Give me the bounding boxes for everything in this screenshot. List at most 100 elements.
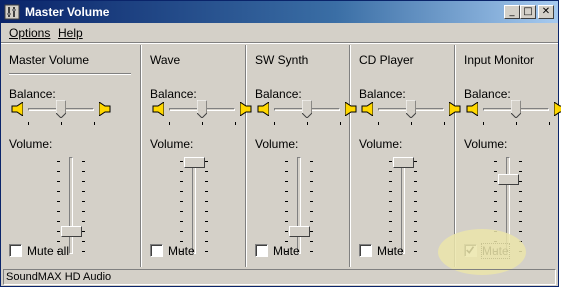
volume-thumb[interactable] [61,226,82,237]
title-bar[interactable]: Master Volume _ □ ✕ [1,1,558,23]
column-divider [349,45,351,267]
close-icon: ✕ [541,6,551,17]
volume-tick [82,211,85,212]
volume-tick [285,171,288,172]
volume-tick [310,171,313,172]
volume-slider[interactable] [53,157,93,257]
volume-tick [285,181,288,182]
volume-tick [519,181,522,182]
volume-tick [57,201,60,202]
volume-tick [310,161,313,162]
volume-tick [389,161,392,162]
checkbox-box[interactable] [255,244,268,257]
balance-tick [444,122,445,125]
minimize-button[interactable]: _ [504,5,520,19]
volume-tick [285,231,288,232]
speaker-left-icon [361,101,374,117]
speaker-left-icon [152,101,165,117]
volume-slider[interactable] [176,157,216,257]
balance-tick [549,122,550,125]
volume-tick [494,211,497,212]
balance-slider[interactable] [464,97,561,129]
speaker-app-icon [4,4,20,20]
balance-tick [94,122,95,125]
volume-tick [57,231,60,232]
volume-tick [180,211,183,212]
balance-tick [483,122,484,125]
menu-separator [1,42,558,44]
checkbox-box[interactable] [150,244,163,257]
speaker-right-icon [344,101,357,117]
volume-tick [205,211,208,212]
volume-tick [414,211,417,212]
volume-tick [57,211,60,212]
minimize-icon: _ [509,6,515,17]
channel-name: Wave [150,53,181,67]
volume-thumb[interactable] [498,174,519,185]
balance-slider[interactable] [359,97,469,129]
balance-thumb[interactable] [196,99,208,119]
volume-tick [82,191,85,192]
volume-tick [57,161,60,162]
speaker-left-icon [257,101,270,117]
volume-tick [57,191,60,192]
mixer-window: Master Volume _ □ ✕ Options Help Master … [0,0,561,287]
volume-tick [310,241,313,242]
window-title: Master Volume [25,5,110,19]
volume-tick [389,241,392,242]
volume-tick [414,171,417,172]
volume-slider[interactable] [281,157,321,257]
channel-name: Input Monitor [464,53,535,67]
volume-tick [285,241,288,242]
volume-tick [389,231,392,232]
maximize-button[interactable]: □ [520,5,536,19]
balance-slider[interactable] [150,97,260,129]
volume-tick [82,251,85,252]
channel-name: SW Synth [255,53,309,67]
balance-tick [411,122,412,125]
volume-tick [180,231,183,232]
volume-tick [494,161,497,162]
speaker-left-icon [466,101,479,117]
volume-thumb[interactable] [184,157,205,168]
balance-thumb[interactable] [405,99,417,119]
checkbox-box[interactable] [359,244,372,257]
volume-tick [285,161,288,162]
balance-thumb[interactable] [301,99,313,119]
volume-tick [414,161,417,162]
volume-tick [519,221,522,222]
balance-slider[interactable] [9,97,119,129]
balance-thumb[interactable] [510,99,522,119]
volume-thumb[interactable] [289,226,310,237]
checkbox-box[interactable] [9,244,22,257]
status-bar: SoundMAX HD Audio [3,269,556,285]
volume-label: Volume: [255,137,299,151]
volume-slider[interactable] [385,157,425,257]
channel-master-volume: Master Volume Balance: Volume: Mute all [9,45,134,267]
balance-slider[interactable] [255,97,365,129]
volume-tick [310,211,313,212]
volume-thumb[interactable] [393,157,414,168]
volume-tick [57,221,60,222]
volume-tick [414,191,417,192]
volume-tick [494,221,497,222]
menu-help[interactable]: Help [58,26,83,40]
column-divider [245,45,247,267]
menu-options[interactable]: Options [9,26,50,40]
balance-tick [61,122,62,125]
balance-thumb[interactable] [55,99,67,119]
volume-tick [82,161,85,162]
volume-tick [414,181,417,182]
volume-tick [205,241,208,242]
volume-tick [57,241,60,242]
volume-tick [414,221,417,222]
close-button[interactable]: ✕ [538,5,554,19]
volume-tick [414,241,417,242]
speaker-right-icon [239,101,252,117]
volume-tick [180,241,183,242]
volume-tick [310,231,313,232]
channel-name: CD Player [359,53,414,67]
mute-label: Mute [377,244,404,258]
menu-help-label: Help [58,26,83,40]
volume-tick [57,171,60,172]
